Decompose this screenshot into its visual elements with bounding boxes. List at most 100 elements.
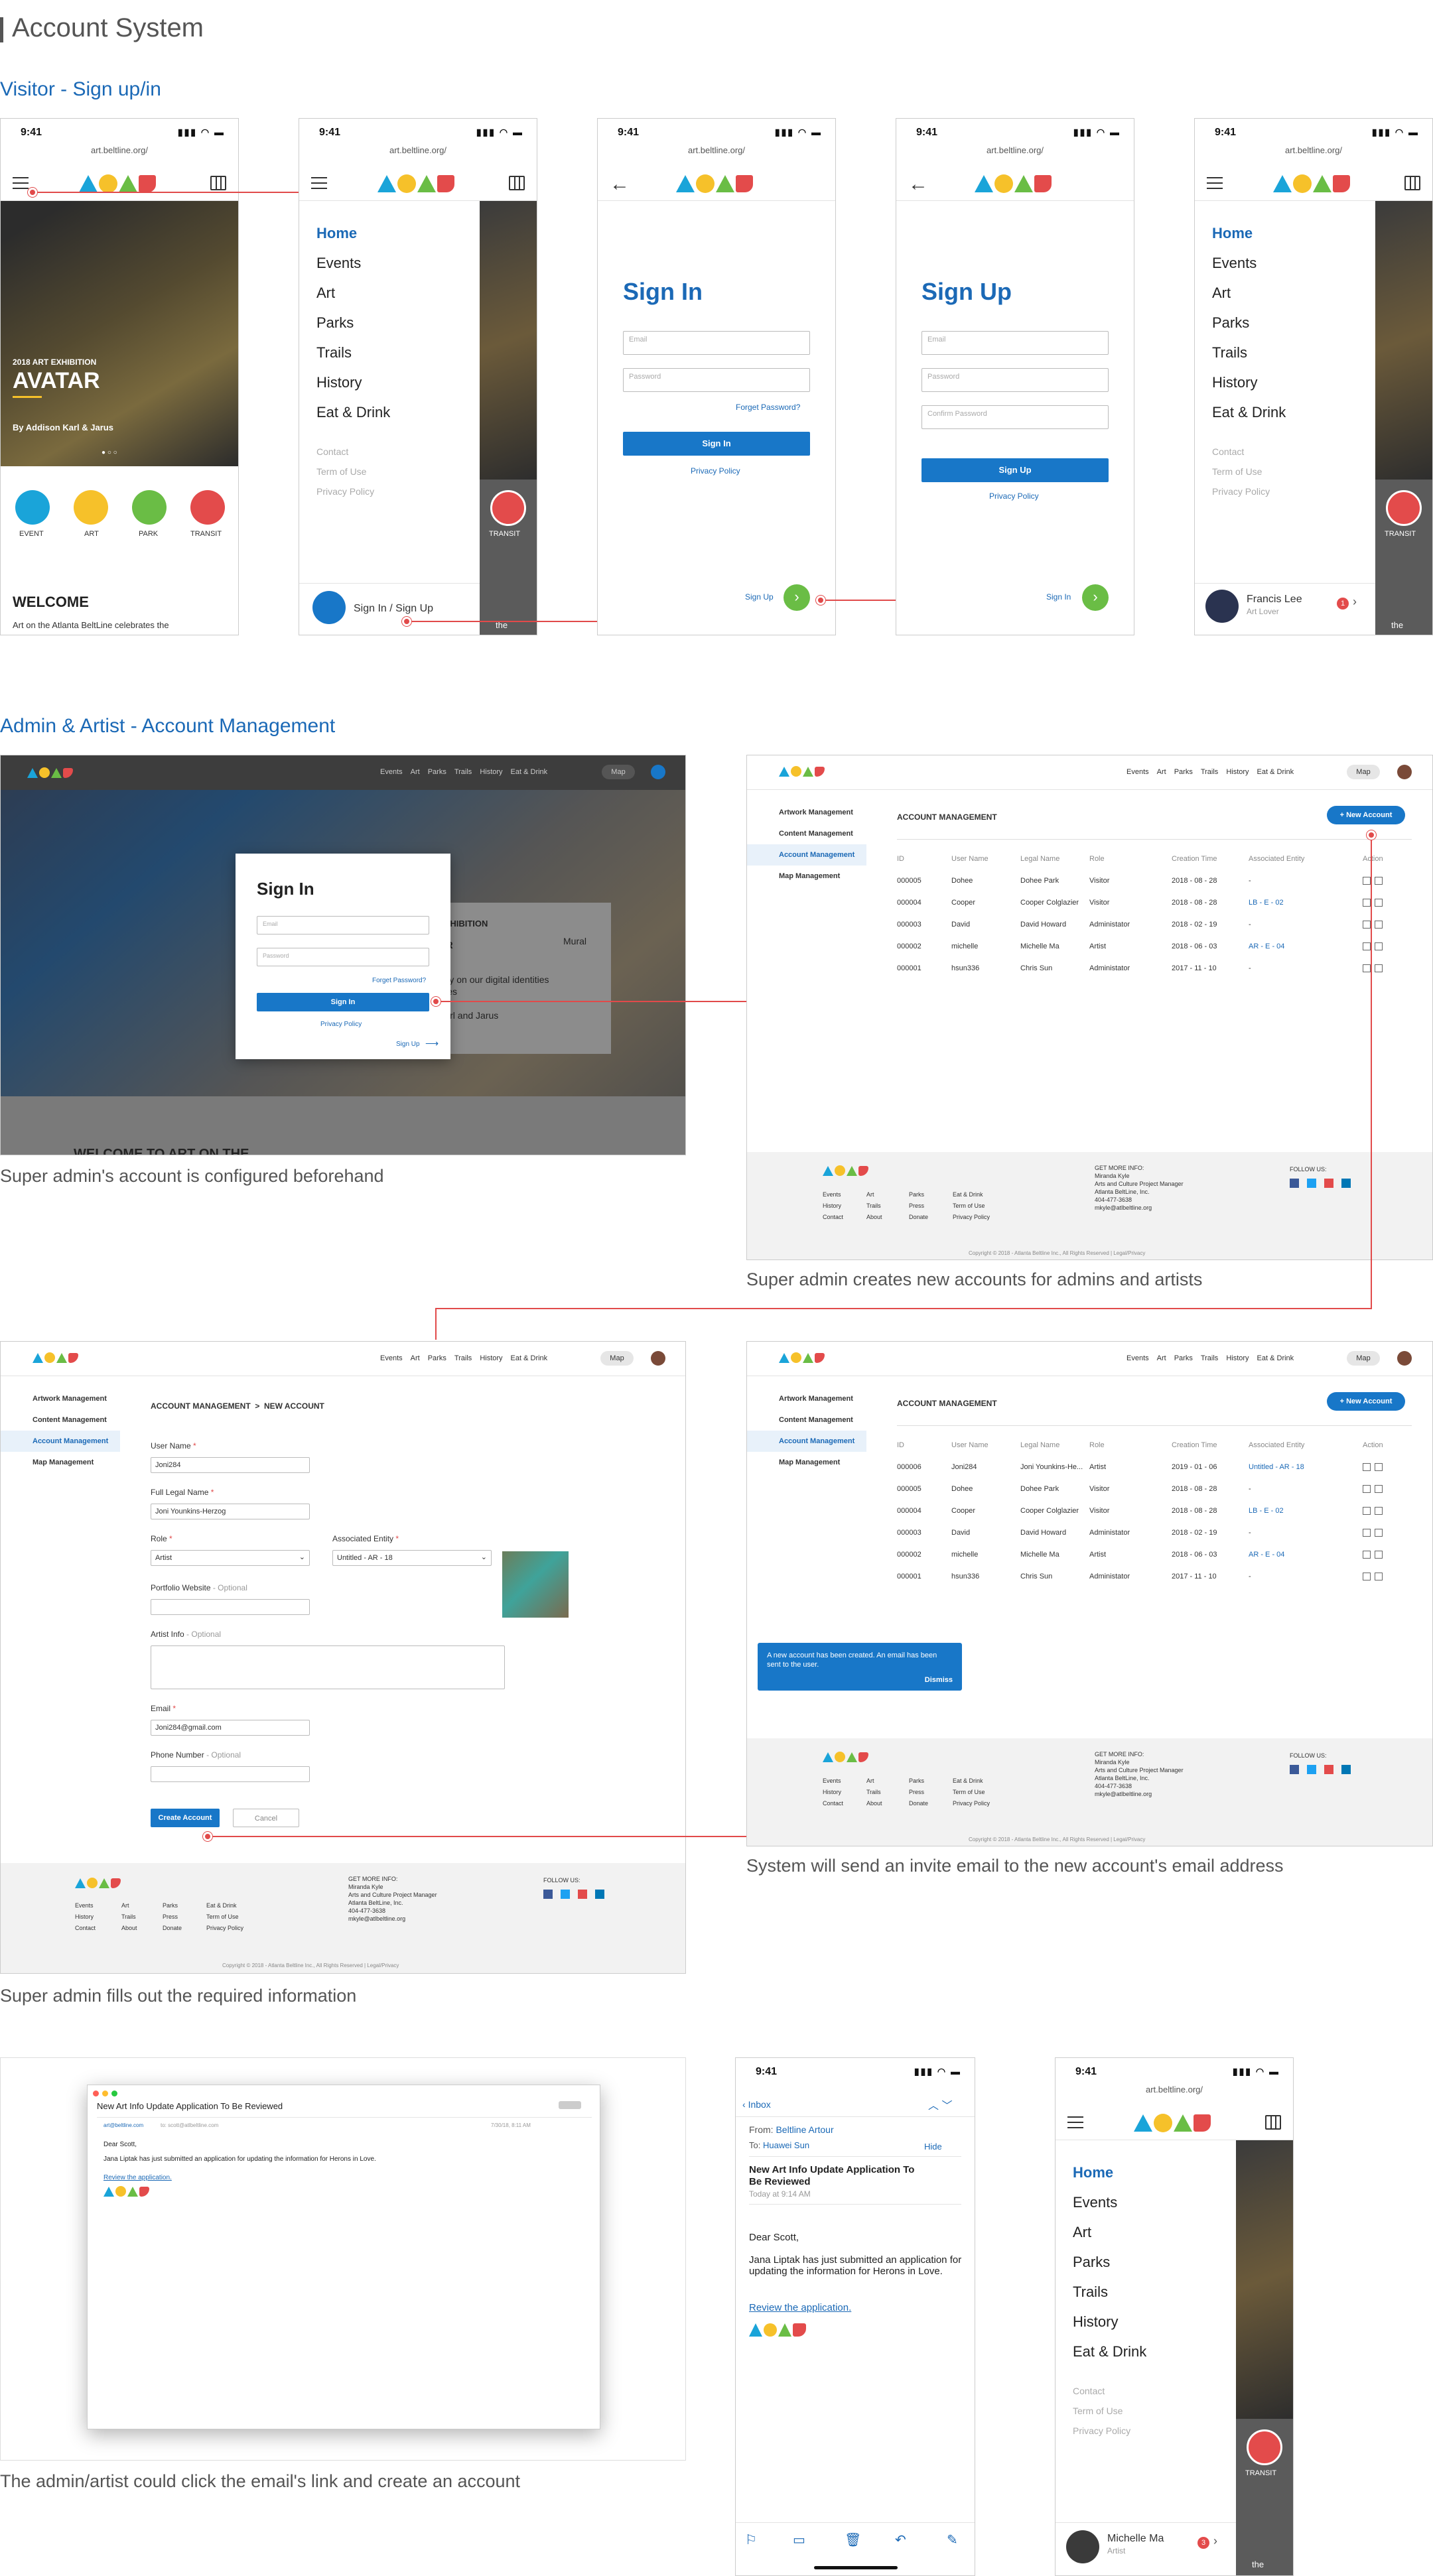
table-row[interactable]: 000005 Dohee Dohee Park Visitor 2018 - 08 - …	[897, 1478, 1414, 1500]
menu-history[interactable]: History	[1212, 374, 1286, 404]
edit-icon[interactable]	[1363, 1485, 1371, 1493]
map-button[interactable]: Map	[602, 765, 635, 779]
twitter-icon[interactable]	[1307, 1179, 1316, 1188]
logo[interactable]	[377, 174, 454, 193]
footer-link[interactable]: About	[121, 1923, 137, 1934]
delete-icon[interactable]	[1375, 1485, 1383, 1493]
side-account-mgmt[interactable]: Account Management	[1, 1431, 120, 1452]
logo[interactable]	[79, 174, 156, 193]
review-application-link[interactable]: Review the application.	[103, 2174, 172, 2181]
nav-history[interactable]: History	[1226, 768, 1249, 776]
role-select[interactable]: Artist ⌄	[151, 1550, 310, 1566]
table-row[interactable]: 000005 Dohee Dohee Park Visitor 2018 - 08 - …	[897, 870, 1414, 892]
nav-history[interactable]: History	[1226, 1354, 1249, 1362]
nav-history[interactable]: History	[480, 768, 502, 776]
nav-art[interactable]: Art	[1157, 768, 1166, 776]
forget-password-link[interactable]: Forget Password?	[372, 977, 426, 984]
footer-link[interactable]: Parks	[909, 1775, 928, 1787]
nav-eat-drink[interactable]: Eat & Drink	[511, 1354, 548, 1362]
nav-eat-drink[interactable]: Eat & Drink	[1257, 1354, 1294, 1362]
footer-link[interactable]: Art	[866, 1189, 882, 1200]
menu-art[interactable]: Art	[1073, 2224, 1146, 2254]
menu-events[interactable]: Events	[1073, 2194, 1146, 2224]
footer-link[interactable]: Privacy Policy	[953, 1212, 990, 1223]
menu-privacy[interactable]: Privacy Policy	[1212, 486, 1270, 506]
footer-logo[interactable]	[823, 1752, 868, 1762]
park-icon[interactable]	[132, 490, 167, 525]
footer-info[interactable]: mkyle@atlbeltline.org	[1095, 1790, 1184, 1798]
column-header[interactable]: User Name	[951, 1441, 989, 1449]
nav-events[interactable]: Events	[1126, 768, 1149, 776]
user-name-input[interactable]: Joni284	[151, 1457, 310, 1473]
footer-link[interactable]: About	[866, 1212, 882, 1223]
footer-link[interactable]: Trails	[866, 1200, 882, 1212]
table-row[interactable]: 000003 David David Howard Administator 2018 …	[897, 1522, 1414, 1544]
carousel-dots[interactable]: ● ○ ○	[102, 449, 117, 456]
privacy-link[interactable]: Privacy Policy	[691, 466, 740, 476]
footer-link[interactable]: Contact	[823, 1798, 843, 1809]
signin-link[interactable]: Sign In	[1046, 592, 1071, 602]
footer-link[interactable]: Press	[909, 1787, 928, 1798]
table-cell[interactable]: Untitled - AR - 18	[1249, 1463, 1304, 1471]
table-cell[interactable]: LB - E - 02	[1249, 1507, 1284, 1515]
signin-link[interactable]: Sign In / Sign Up	[354, 603, 433, 615]
edit-icon[interactable]	[1363, 899, 1371, 907]
facebook-icon[interactable]	[1290, 1765, 1299, 1774]
logo[interactable]	[1273, 174, 1350, 193]
menu-contact[interactable]: Contact	[1212, 446, 1270, 466]
footer-link[interactable]: Parks	[163, 1900, 182, 1911]
menu-terms[interactable]: Term of Use	[1073, 2406, 1130, 2425]
footer-link[interactable]: Privacy Policy	[953, 1798, 990, 1809]
table-row[interactable]: 000002 michelle Michelle Ma Artist 2018 - 06…	[897, 936, 1414, 958]
menu-eat-drink[interactable]: Eat & Drink	[1212, 404, 1286, 434]
reply-icon[interactable]: ↶	[895, 2532, 906, 2548]
table-row[interactable]: 000004 Cooper Cooper Colglazier Visitor 2018…	[897, 892, 1414, 914]
hamburger-icon[interactable]	[311, 177, 327, 189]
footer-link[interactable]: Events	[823, 1189, 843, 1200]
menu-trails[interactable]: Trails	[1212, 344, 1286, 374]
logo[interactable]	[27, 767, 73, 778]
forget-password-link[interactable]: Forget Password?	[736, 403, 800, 412]
up-down-arrows-icon[interactable]: ︿ ﹀	[928, 2096, 952, 2112]
youtube-icon[interactable]	[1324, 1179, 1333, 1188]
hamburger-icon[interactable]	[1067, 2116, 1083, 2128]
email-input[interactable]: Joni284@gmail.com	[151, 1720, 310, 1736]
logo[interactable]	[779, 1352, 825, 1363]
privacy-link[interactable]: Privacy Policy	[989, 491, 1039, 501]
linkedin-icon[interactable]	[1341, 1765, 1351, 1774]
arrow-right-icon[interactable]: ⟶	[425, 1038, 439, 1049]
edit-icon[interactable]	[1363, 942, 1371, 950]
email-field[interactable]: Email	[623, 331, 810, 355]
url-bar[interactable]: art.beltline.org/	[1, 145, 238, 155]
map-icon[interactable]	[1265, 2115, 1281, 2130]
create-account-button[interactable]: Create Account	[151, 1809, 220, 1827]
edit-icon[interactable]	[1363, 1529, 1371, 1537]
column-header[interactable]: ID	[897, 855, 904, 863]
map-button[interactable]: Map	[1347, 1351, 1380, 1366]
nav-events[interactable]: Events	[380, 1354, 403, 1362]
delete-icon[interactable]	[1375, 921, 1383, 929]
footer-link[interactable]: Term of Use	[953, 1787, 990, 1798]
menu-trails[interactable]: Trails	[1073, 2284, 1146, 2313]
column-header[interactable]: Legal Name	[1020, 1441, 1059, 1449]
menu-contact[interactable]: Contact	[316, 446, 374, 466]
edit-icon[interactable]	[1363, 964, 1371, 972]
chevron-right-icon[interactable]: ›	[1353, 595, 1357, 609]
user-icon[interactable]	[651, 765, 665, 779]
delete-icon[interactable]	[1375, 899, 1383, 907]
art-icon[interactable]	[74, 490, 108, 525]
dismiss-button[interactable]: Dismiss	[925, 1676, 953, 1684]
notification-badge[interactable]: 1	[1337, 598, 1349, 610]
logo[interactable]	[1134, 2114, 1211, 2132]
side-account-mgmt[interactable]: Account Management	[747, 1431, 866, 1452]
menu-contact[interactable]: Contact	[1073, 2386, 1130, 2406]
footer-link[interactable]: History	[75, 1911, 96, 1923]
map-icon[interactable]	[509, 176, 525, 190]
edit-icon[interactable]	[1363, 877, 1371, 885]
nav-parks[interactable]: Parks	[428, 768, 446, 776]
footer-link[interactable]: Eat & Drink	[206, 1900, 243, 1911]
side-content-mgmt[interactable]: Content Management	[1, 1409, 120, 1431]
folder-icon[interactable]: ▭	[793, 2532, 805, 2548]
footer-link[interactable]: Contact	[823, 1212, 843, 1223]
footer-link[interactable]: Press	[163, 1911, 182, 1923]
